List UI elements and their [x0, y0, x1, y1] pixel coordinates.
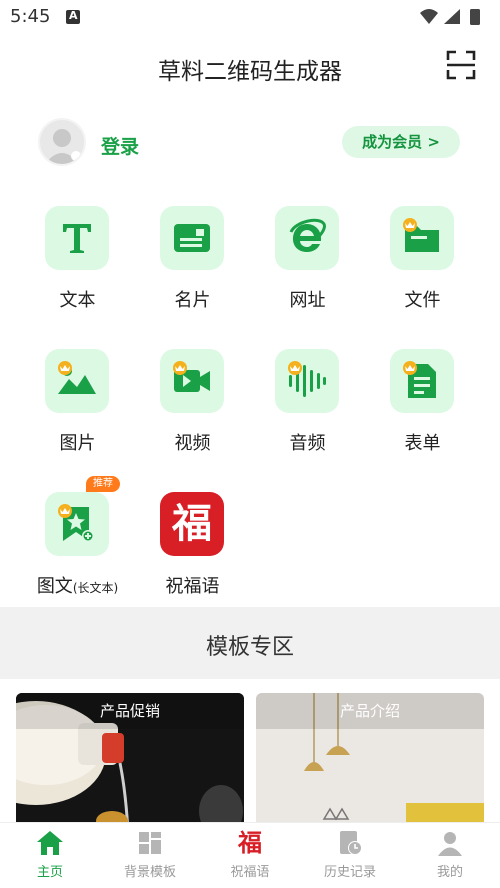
nav-label: 背景模板	[123, 865, 176, 880]
tool-label-main: 图文	[36, 576, 73, 597]
vip-crown-icon	[403, 361, 417, 375]
become-vip-button[interactable]: 成为会员 >	[342, 126, 460, 158]
template-card-promotion[interactable]: 产品促销	[16, 693, 244, 833]
tool-label: 文本	[59, 290, 96, 311]
user-row: 登录 成为会员 >	[0, 110, 500, 174]
nav-blessing[interactable]: 福 祝福语	[200, 823, 300, 888]
tool-label: 图文(长文本)	[20, 572, 135, 598]
signal-battery-icons	[420, 9, 480, 25]
tool-label: 网址	[289, 290, 326, 311]
tool-url[interactable]: 网址	[250, 200, 365, 330]
text-t-icon	[63, 224, 91, 253]
fu-character-icon: 福	[172, 500, 212, 547]
home-icon	[37, 831, 63, 855]
notification-icon	[66, 9, 80, 24]
vip-crown-icon	[58, 361, 72, 375]
tool-rich-text[interactable]: 推荐 图文(长文本)	[20, 476, 135, 616]
status-time: 5:45	[10, 6, 51, 27]
tool-label: 祝福语	[165, 576, 220, 597]
template-section-header: 模板专区	[0, 607, 500, 679]
bottom-nav: 主页 背景模板 福 祝福语 历史记录 我的	[0, 822, 500, 888]
nav-background-templates[interactable]: 背景模板	[100, 823, 200, 888]
vip-crown-icon	[403, 218, 417, 232]
scan-icon[interactable]	[446, 50, 476, 80]
nav-history[interactable]: 历史记录	[300, 823, 400, 888]
wifi-icon	[420, 9, 438, 24]
recommend-badge: 推荐	[86, 476, 120, 492]
vip-crown-icon	[58, 504, 72, 518]
tool-text[interactable]: 文本	[20, 200, 135, 330]
status-bar: 5:45	[0, 0, 500, 34]
history-icon	[340, 831, 362, 855]
tool-label-sub: (长文本)	[72, 581, 119, 595]
cell-signal-icon	[444, 9, 460, 24]
template-card-label: 产品促销	[16, 693, 244, 729]
title-bar: 草料二维码生成器	[0, 34, 500, 100]
login-link[interactable]: 登录	[101, 132, 139, 159]
nav-label: 主页	[36, 865, 63, 880]
default-avatar-icon	[45, 129, 81, 164]
battery-icon	[470, 9, 480, 25]
nav-label: 祝福语	[230, 865, 270, 880]
tool-label: 音频	[289, 433, 326, 454]
business-card-icon	[174, 224, 210, 252]
vip-crown-icon	[173, 361, 187, 375]
app-title: 草料二维码生成器	[158, 59, 342, 85]
tool-label: 名片	[174, 290, 211, 311]
tool-audio[interactable]: 音频	[250, 343, 365, 473]
tool-file[interactable]: 文件	[365, 200, 480, 330]
nav-home[interactable]: 主页	[0, 823, 100, 888]
tool-form[interactable]: 表单	[365, 343, 480, 473]
avatar[interactable]	[38, 118, 86, 166]
section-title: 模板专区	[205, 635, 294, 660]
fu-icon: 福	[238, 828, 262, 857]
tool-label: 表单	[404, 433, 441, 454]
browser-e-icon	[289, 218, 326, 252]
vip-crown-icon	[288, 361, 302, 375]
nav-label: 历史记录	[323, 865, 376, 880]
template-grid-icon	[139, 832, 161, 854]
nav-profile[interactable]: 我的	[400, 823, 500, 888]
tool-label: 文件	[404, 290, 441, 311]
tool-blessing[interactable]: 福 祝福语	[135, 486, 250, 616]
template-card-product-intro[interactable]: 产品介绍	[256, 693, 484, 833]
tool-image[interactable]: 图片	[20, 343, 135, 473]
tool-label: 图片	[59, 433, 96, 454]
template-card-label: 产品介绍	[256, 693, 484, 729]
tool-business-card[interactable]: 名片	[135, 200, 250, 330]
nav-label: 我的	[436, 865, 463, 880]
profile-icon	[438, 832, 462, 856]
tool-label: 视频	[174, 433, 211, 454]
tool-video[interactable]: 视频	[135, 343, 250, 473]
